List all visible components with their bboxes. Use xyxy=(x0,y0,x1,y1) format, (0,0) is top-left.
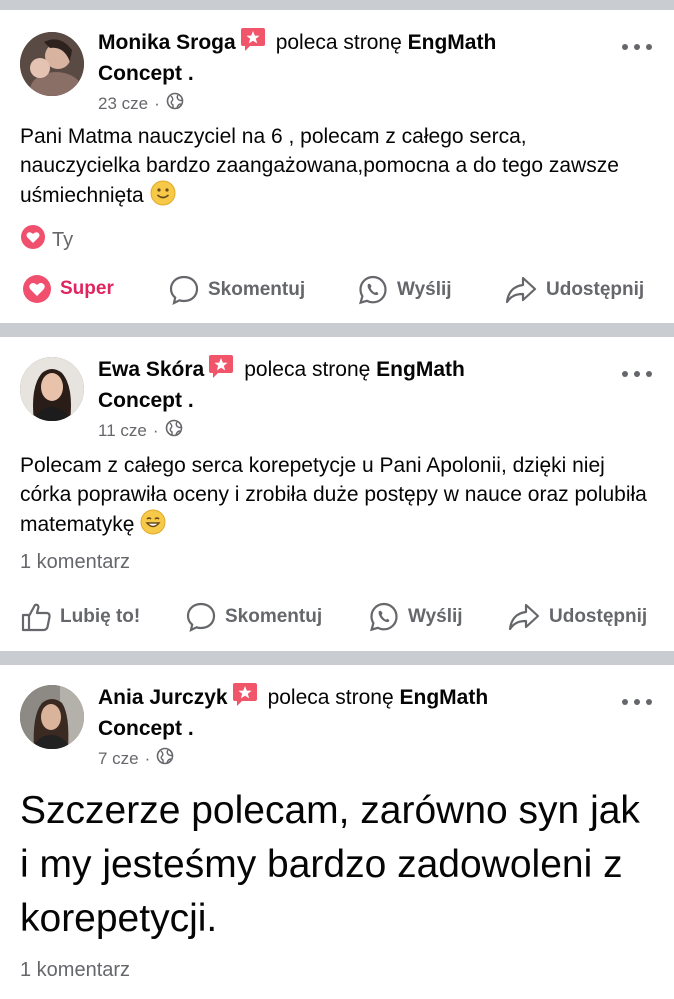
author-name[interactable]: Ania Jurczyk xyxy=(98,686,228,709)
love-label: Super xyxy=(60,278,114,299)
send-button[interactable]: Wyślij xyxy=(368,601,463,633)
share-icon xyxy=(507,601,541,633)
author-name[interactable]: Ewa Skóra xyxy=(98,358,204,381)
send-label: Wyślij xyxy=(397,279,452,300)
love-button[interactable]: Super xyxy=(22,274,114,304)
post-header: Ewa Skóra poleca stronę EngMath Concept . xyxy=(98,353,618,416)
page-name[interactable]: EngMath xyxy=(400,686,489,709)
love-icon xyxy=(22,274,52,304)
page-name-line2[interactable]: Concept . xyxy=(98,62,194,85)
post-header: Ania Jurczyk poleca stronę EngMath Concep… xyxy=(98,681,618,744)
page-name-line2[interactable]: Concept . xyxy=(98,389,194,412)
more-options-button[interactable] xyxy=(622,42,652,52)
reaction-by: Ty xyxy=(52,228,74,251)
post-text-content: Polecam z całego serca korepetycje u Pan… xyxy=(20,454,647,536)
action-bar: Super Skomentuj Wyślij Udostępnij xyxy=(0,274,674,314)
comment-label: Skomentuj xyxy=(208,279,306,300)
send-button[interactable]: Wyślij xyxy=(357,274,452,306)
avatar[interactable] xyxy=(20,32,84,96)
share-label: Udostępnij xyxy=(549,606,648,627)
post-card: Ewa Skóra poleca stronę EngMath Concept .… xyxy=(0,337,674,651)
avatar[interactable] xyxy=(20,685,84,749)
reaction-summary[interactable]: Ty xyxy=(20,224,73,256)
recommend-verb: poleca stronę xyxy=(244,358,371,381)
globe-icon xyxy=(156,747,174,770)
love-reaction-icon xyxy=(20,224,46,256)
like-button[interactable]: Lubię to! xyxy=(20,601,140,633)
more-options-button[interactable] xyxy=(622,697,652,707)
post-card: Monika Sroga poleca stronę EngMath Concep… xyxy=(0,10,674,323)
comment-icon xyxy=(168,274,200,306)
post-meta: 7 cze · xyxy=(98,747,174,770)
post-time[interactable]: 7 cze xyxy=(98,749,139,769)
page-name[interactable]: EngMath xyxy=(408,31,497,54)
smile-emoji-icon xyxy=(150,180,176,214)
comment-count[interactable]: 1 komentarz xyxy=(20,959,130,982)
comment-label: Skomentuj xyxy=(225,606,323,627)
feed-divider xyxy=(0,323,674,337)
feed-divider xyxy=(0,0,674,10)
post-text-content: Szczerze polecam, zarówno syn jak i my j… xyxy=(20,789,640,940)
post-text: Pani Matma nauczyciel na 6 , polecam z c… xyxy=(20,122,650,214)
like-label: Lubię to! xyxy=(60,606,141,627)
share-icon xyxy=(504,274,538,306)
post-card: Ania Jurczyk poleca stronę EngMath Concep… xyxy=(0,665,674,999)
post-meta: 23 cze · xyxy=(98,92,184,115)
whatsapp-icon xyxy=(357,274,389,306)
comment-button[interactable]: Skomentuj xyxy=(168,274,305,306)
post-meta: 11 cze · xyxy=(98,419,183,442)
share-button[interactable]: Udostępnij xyxy=(507,601,647,633)
post-header: Monika Sroga poleca stronę EngMath Concep… xyxy=(98,26,618,89)
globe-icon xyxy=(166,92,184,115)
comment-button[interactable]: Skomentuj xyxy=(185,601,322,633)
post-time[interactable]: 23 cze xyxy=(98,94,148,114)
recommendation-badge-icon xyxy=(208,353,234,379)
post-time[interactable]: 11 cze xyxy=(98,421,147,441)
page-name[interactable]: EngMath xyxy=(376,358,465,381)
grin-emoji-icon xyxy=(140,509,166,543)
post-text: Szczerze polecam, zarówno syn jak i my j… xyxy=(20,784,650,946)
feed-divider xyxy=(0,651,674,665)
comment-count[interactable]: 1 komentarz xyxy=(20,551,130,574)
thumbs-up-icon xyxy=(20,601,52,633)
globe-icon xyxy=(165,419,183,442)
post-text: Polecam z całego serca korepetycje u Pan… xyxy=(20,451,650,543)
author-name[interactable]: Monika Sroga xyxy=(98,31,236,54)
separator-dot: · xyxy=(144,748,151,768)
recommend-verb: poleca stronę xyxy=(275,31,402,54)
whatsapp-icon xyxy=(368,601,400,633)
action-bar: Lubię to! Skomentuj Wyślij Udostępnij xyxy=(0,601,674,641)
share-label: Udostępnij xyxy=(546,279,645,300)
share-button[interactable]: Udostępnij xyxy=(504,274,644,306)
avatar[interactable] xyxy=(20,357,84,421)
more-options-button[interactable] xyxy=(622,369,652,379)
separator-dot: · xyxy=(152,420,159,440)
recommendation-badge-icon xyxy=(240,26,266,52)
page-name-line2[interactable]: Concept . xyxy=(98,717,194,740)
recommend-verb: poleca stronę xyxy=(267,686,394,709)
send-label: Wyślij xyxy=(408,606,463,627)
separator-dot: · xyxy=(154,93,160,113)
post-text-content: Pani Matma nauczyciel na 6 , polecam z c… xyxy=(20,125,619,207)
recommendation-badge-icon xyxy=(232,681,258,707)
comment-icon xyxy=(185,601,217,633)
